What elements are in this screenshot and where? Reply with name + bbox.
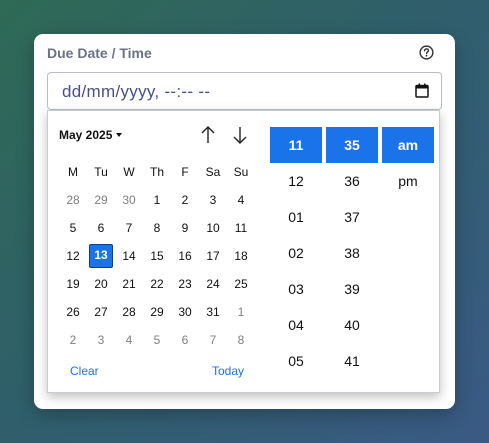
today-button[interactable]: Today xyxy=(212,364,244,378)
day-cell[interactable]: 2 xyxy=(61,328,85,352)
day-cell[interactable]: 7 xyxy=(117,216,141,240)
hour-option[interactable]: 05 xyxy=(270,353,322,369)
minute-option[interactable]: 36 xyxy=(326,173,378,189)
datetime-input-value: dd/mm/yyyy, --:-- -- xyxy=(62,82,211,101)
day-cell[interactable]: 3 xyxy=(201,188,225,212)
weekday-label: M xyxy=(68,165,78,179)
month-year-dropdown[interactable]: May 2025 xyxy=(59,128,123,142)
day-cell[interactable]: 16 xyxy=(173,244,197,268)
day-cell[interactable]: 8 xyxy=(229,328,253,352)
minute-option[interactable]: 38 xyxy=(326,245,378,261)
minute-option[interactable]: 39 xyxy=(326,281,378,297)
selected-day-cell[interactable]: 13 xyxy=(89,244,113,268)
help-icon[interactable] xyxy=(419,45,434,60)
day-cell[interactable]: 2 xyxy=(173,188,197,212)
day-cell[interactable]: 30 xyxy=(173,300,197,324)
day-cell[interactable]: 27 xyxy=(89,300,113,324)
day-cell[interactable]: 4 xyxy=(117,328,141,352)
day-cell[interactable]: 24 xyxy=(201,272,225,296)
day-cell[interactable]: 23 xyxy=(173,272,197,296)
day-cell[interactable]: 1 xyxy=(145,188,169,212)
calendar-icon[interactable] xyxy=(415,83,429,98)
minute-option[interactable]: 41 xyxy=(326,353,378,369)
day-cell[interactable]: 5 xyxy=(145,328,169,352)
arrow-up-icon[interactable] xyxy=(200,125,216,145)
day-cell[interactable]: 28 xyxy=(117,300,141,324)
day-cell[interactable]: 8 xyxy=(145,216,169,240)
day-cell[interactable]: 9 xyxy=(173,216,197,240)
day-cell[interactable]: 11 xyxy=(229,216,253,240)
day-cell[interactable]: 15 xyxy=(145,244,169,268)
minute-selected[interactable]: 35 xyxy=(326,127,378,163)
day-cell[interactable]: 4 xyxy=(229,188,253,212)
hour-option[interactable]: 03 xyxy=(270,281,322,297)
day-cell[interactable]: 28 xyxy=(61,188,85,212)
day-cell[interactable]: 25 xyxy=(229,272,253,296)
arrow-down-icon[interactable] xyxy=(232,125,248,145)
day-cell[interactable]: 14 xyxy=(117,244,141,268)
minute-option[interactable]: 37 xyxy=(326,209,378,225)
month-year-label: May 2025 xyxy=(59,128,113,142)
day-cell[interactable]: 1 xyxy=(229,300,253,324)
day-cell[interactable]: 21 xyxy=(117,272,141,296)
ampm-option[interactable]: pm xyxy=(382,173,434,189)
day-cell[interactable]: 6 xyxy=(89,216,113,240)
weekday-label: Sa xyxy=(205,165,221,179)
day-cell[interactable]: 5 xyxy=(61,216,85,240)
day-cell[interactable]: 20 xyxy=(89,272,113,296)
caret-down-icon xyxy=(116,133,123,137)
day-cell[interactable]: 22 xyxy=(145,272,169,296)
day-cell[interactable]: 31 xyxy=(201,300,225,324)
day-cell[interactable]: 6 xyxy=(173,328,197,352)
ampm-selected[interactable]: am xyxy=(382,127,434,163)
weekday-label: Tu xyxy=(94,165,108,179)
day-cell[interactable]: 7 xyxy=(201,328,225,352)
field-label: Due Date / Time xyxy=(47,45,152,61)
hour-option[interactable]: 04 xyxy=(270,317,322,333)
datetime-input[interactable]: dd/mm/yyyy, --:-- -- xyxy=(47,72,442,110)
weekday-label: Th xyxy=(149,165,164,179)
day-cell[interactable]: 30 xyxy=(117,188,141,212)
weekday-label: F xyxy=(181,165,189,179)
day-cell[interactable]: 10 xyxy=(201,216,225,240)
day-cell[interactable]: 3 xyxy=(89,328,113,352)
hour-selected[interactable]: 11 xyxy=(270,127,322,163)
clear-button[interactable]: Clear xyxy=(70,364,99,378)
day-cell[interactable]: 12 xyxy=(61,244,85,268)
minute-option[interactable]: 40 xyxy=(326,317,378,333)
hour-option[interactable]: 12 xyxy=(270,173,322,189)
day-cell[interactable]: 17 xyxy=(201,244,225,268)
weekday-label: Su xyxy=(233,165,249,179)
datetime-picker-popup: May 2025 M Tu W Th F Sa Su 28 29 30 1 2 3 4 5 6 7 8 9 10 11… xyxy=(47,110,440,393)
hour-option[interactable]: 01 xyxy=(270,209,322,225)
day-cell[interactable]: 29 xyxy=(89,188,113,212)
hour-option[interactable]: 02 xyxy=(270,245,322,261)
day-cell[interactable]: 18 xyxy=(229,244,253,268)
day-cell[interactable]: 19 xyxy=(61,272,85,296)
day-cell[interactable]: 26 xyxy=(61,300,85,324)
day-cell[interactable]: 29 xyxy=(145,300,169,324)
weekday-label: W xyxy=(123,165,135,179)
